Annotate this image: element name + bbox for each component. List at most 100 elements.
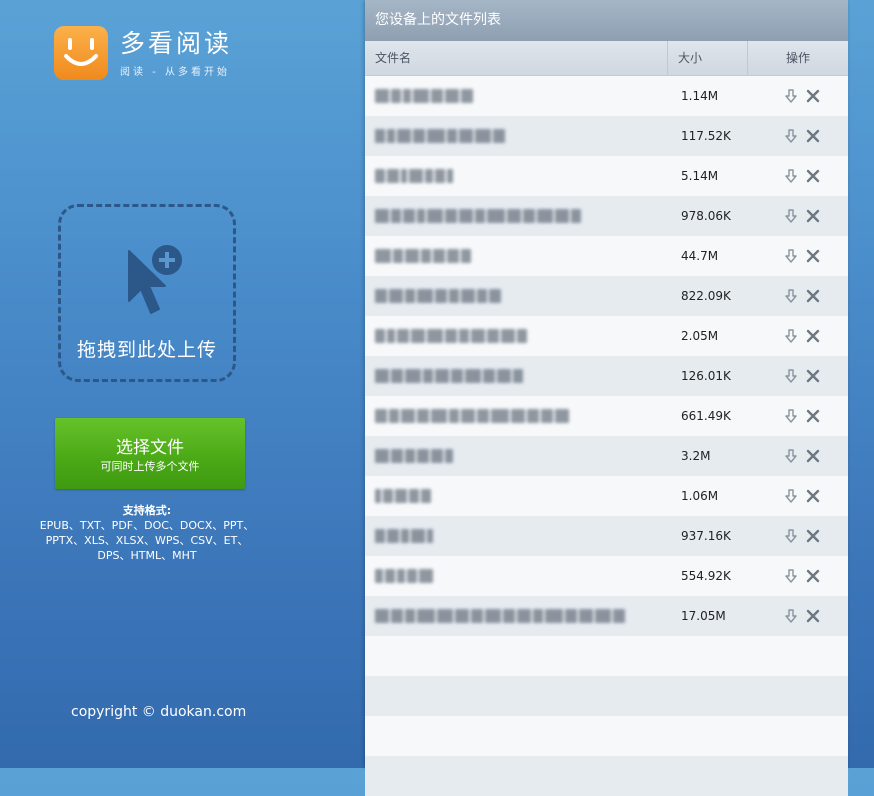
file-size: 978.06K — [681, 209, 731, 223]
file-actions — [748, 288, 848, 304]
delete-icon[interactable] — [805, 328, 821, 344]
file-row: 17.05M — [365, 596, 848, 636]
download-icon[interactable] — [783, 408, 799, 424]
empty-row — [365, 636, 848, 676]
formats-title: 支持格式: — [122, 504, 172, 517]
empty-row — [365, 716, 848, 756]
file-name-redacted — [375, 449, 453, 463]
file-name-cell — [365, 516, 668, 556]
panel-title: 您设备上的文件列表 — [365, 0, 848, 41]
delete-icon[interactable] — [805, 368, 821, 384]
file-actions — [748, 208, 848, 224]
file-row: 3.2M — [365, 436, 848, 476]
download-icon[interactable] — [783, 528, 799, 544]
column-header-ops: 操作 — [785, 51, 810, 65]
file-size: 5.14M — [681, 169, 719, 183]
delete-icon[interactable] — [805, 528, 821, 544]
select-file-button[interactable]: 选择文件 可同时上传多个文件 — [55, 418, 245, 489]
file-name-redacted — [375, 129, 505, 143]
download-icon[interactable] — [783, 488, 799, 504]
file-name-redacted — [375, 529, 433, 543]
file-name-cell — [365, 116, 668, 156]
file-name-redacted — [375, 169, 453, 183]
empty-row — [365, 756, 848, 796]
file-size: 822.09K — [681, 289, 731, 303]
delete-icon[interactable] — [805, 128, 821, 144]
file-actions — [748, 88, 848, 104]
file-row: 554.92K — [365, 556, 848, 596]
file-name-redacted — [375, 569, 433, 583]
file-name-redacted — [375, 249, 471, 263]
file-name-cell — [365, 396, 668, 436]
file-row: 1.14M — [365, 76, 848, 116]
file-size: 17.05M — [681, 609, 726, 623]
formats-line: PPTX、XLS、XLSX、WPS、CSV、ET、 — [45, 534, 249, 547]
file-name-redacted — [375, 89, 473, 103]
delete-icon[interactable] — [805, 248, 821, 264]
download-icon[interactable] — [783, 208, 799, 224]
delete-icon[interactable] — [805, 208, 821, 224]
file-name-cell — [365, 316, 668, 356]
download-icon[interactable] — [783, 448, 799, 464]
smile-logo-icon — [54, 26, 108, 80]
supported-formats: 支持格式: EPUB、TXT、PDF、DOC、DOCX、PPT、 PPTX、XL… — [30, 503, 264, 563]
file-name-cell — [365, 76, 668, 116]
download-icon[interactable] — [783, 128, 799, 144]
file-size: 661.49K — [681, 409, 731, 423]
delete-icon[interactable] — [805, 88, 821, 104]
file-actions — [748, 128, 848, 144]
delete-icon[interactable] — [805, 448, 821, 464]
file-name-cell — [365, 236, 668, 276]
file-size: 2.05M — [681, 329, 719, 343]
file-actions — [748, 448, 848, 464]
download-icon[interactable] — [783, 368, 799, 384]
file-row: 822.09K — [365, 276, 848, 316]
file-size: 554.92K — [681, 569, 731, 583]
brand-logo: 多看阅读 阅读 - 从多看开始 — [54, 26, 232, 80]
delete-icon[interactable] — [805, 568, 821, 584]
brand-title: 多看阅读 — [120, 28, 233, 58]
select-file-label: 选择文件 — [116, 438, 184, 458]
empty-row — [365, 676, 848, 716]
download-icon[interactable] — [783, 288, 799, 304]
file-row: 1.06M — [365, 476, 848, 516]
file-name-cell — [365, 356, 668, 396]
file-name-cell — [365, 276, 668, 316]
delete-icon[interactable] — [805, 408, 821, 424]
delete-icon[interactable] — [805, 488, 821, 504]
file-row: 44.7M — [365, 236, 848, 276]
delete-icon[interactable] — [805, 168, 821, 184]
file-name-cell — [365, 436, 668, 476]
download-icon[interactable] — [783, 328, 799, 344]
file-row: 117.52K — [365, 116, 848, 156]
file-actions — [748, 488, 848, 504]
delete-icon[interactable] — [805, 608, 821, 624]
download-icon[interactable] — [783, 88, 799, 104]
file-name-redacted — [375, 489, 431, 503]
download-icon[interactable] — [783, 568, 799, 584]
file-actions — [748, 328, 848, 344]
download-icon[interactable] — [783, 168, 799, 184]
file-actions — [748, 608, 848, 624]
select-file-sublabel: 可同时上传多个文件 — [100, 460, 200, 473]
download-icon[interactable] — [783, 608, 799, 624]
download-icon[interactable] — [783, 248, 799, 264]
file-table-body: 1.14M 117.52K 5.14M 978.06K 44.7M 822.09K 2.05… — [365, 76, 848, 796]
file-size: 117.52K — [681, 129, 731, 143]
file-actions — [748, 528, 848, 544]
file-name-redacted — [375, 609, 625, 623]
upload-dropzone[interactable]: 拖拽到此处上传 — [58, 204, 236, 382]
table-header: 文件名 大小 操作 — [365, 41, 848, 76]
column-header-size: 大小 — [668, 41, 748, 75]
dropzone-label: 拖拽到此处上传 — [76, 339, 217, 361]
file-actions — [748, 248, 848, 264]
file-name-redacted — [375, 289, 501, 303]
file-actions — [748, 168, 848, 184]
delete-icon[interactable] — [805, 288, 821, 304]
file-actions — [748, 368, 848, 384]
file-size: 1.06M — [681, 489, 719, 503]
file-actions — [748, 408, 848, 424]
cursor-plus-icon — [128, 245, 182, 314]
file-size: 3.2M — [681, 449, 711, 463]
formats-line: EPUB、TXT、PDF、DOC、DOCX、PPT、 — [39, 519, 255, 532]
